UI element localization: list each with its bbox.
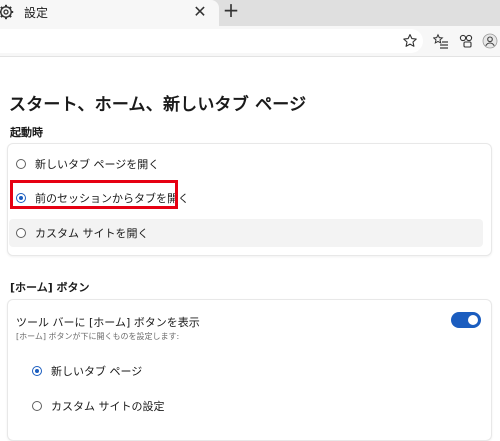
page-title: スタート、ホーム、新しいタブ ページ xyxy=(9,95,307,115)
profile-icon[interactable] xyxy=(482,33,498,49)
settings-content: スタート、ホーム、新しいタブ ページ 起動時 新しいタブ ページを開く 前のセッ… xyxy=(0,57,500,441)
tab-title: 設定 xyxy=(24,6,49,20)
radio-button[interactable] xyxy=(16,159,26,169)
address-bar[interactable] xyxy=(0,29,423,53)
radio-button[interactable] xyxy=(32,401,42,411)
startup-option-new-tab[interactable]: 新しいタブ ページを開く xyxy=(16,150,481,178)
startup-option-custom-site[interactable]: カスタム サイトを開く xyxy=(9,219,483,247)
favorite-star-icon[interactable] xyxy=(402,33,418,49)
collections-icon[interactable] xyxy=(458,33,474,49)
highlight-annotation-box xyxy=(10,180,178,209)
gear-icon xyxy=(0,4,14,20)
home-option-custom-site[interactable]: カスタム サイトの設定 xyxy=(32,392,472,420)
close-tab-button[interactable]: ✕ xyxy=(191,2,209,21)
radio-button-selected[interactable] xyxy=(32,366,42,376)
option-label: カスタム サイトを開く xyxy=(35,227,149,240)
option-label: カスタム サイトの設定 xyxy=(51,400,165,413)
home-button-section-heading: [ホーム] ボタン xyxy=(10,281,90,294)
home-button-card: ツール バーに [ホーム] ボタンを表示 [ホーム] ボタンが下に開くものを設定… xyxy=(7,299,492,441)
tab-strip: 設定 ✕ + xyxy=(0,0,500,26)
home-toggle-label: ツール バーに [ホーム] ボタンを表示 xyxy=(16,316,200,329)
new-tab-button[interactable]: + xyxy=(221,0,241,22)
tab-settings[interactable]: 設定 ✕ xyxy=(0,0,219,26)
favorites-list-icon[interactable] xyxy=(433,33,449,49)
option-label: 新しいタブ ページ xyxy=(51,365,143,378)
home-button-toggle[interactable] xyxy=(451,312,481,328)
radio-button[interactable] xyxy=(16,228,26,238)
home-option-new-tab-page[interactable]: 新しいタブ ページ xyxy=(32,357,472,385)
home-toggle-description: [ホーム] ボタンが下に開くものを設定します: xyxy=(16,332,180,341)
startup-section-heading: 起動時 xyxy=(10,126,43,139)
toolbar xyxy=(0,26,500,57)
option-label: 新しいタブ ページを開く xyxy=(35,158,160,171)
